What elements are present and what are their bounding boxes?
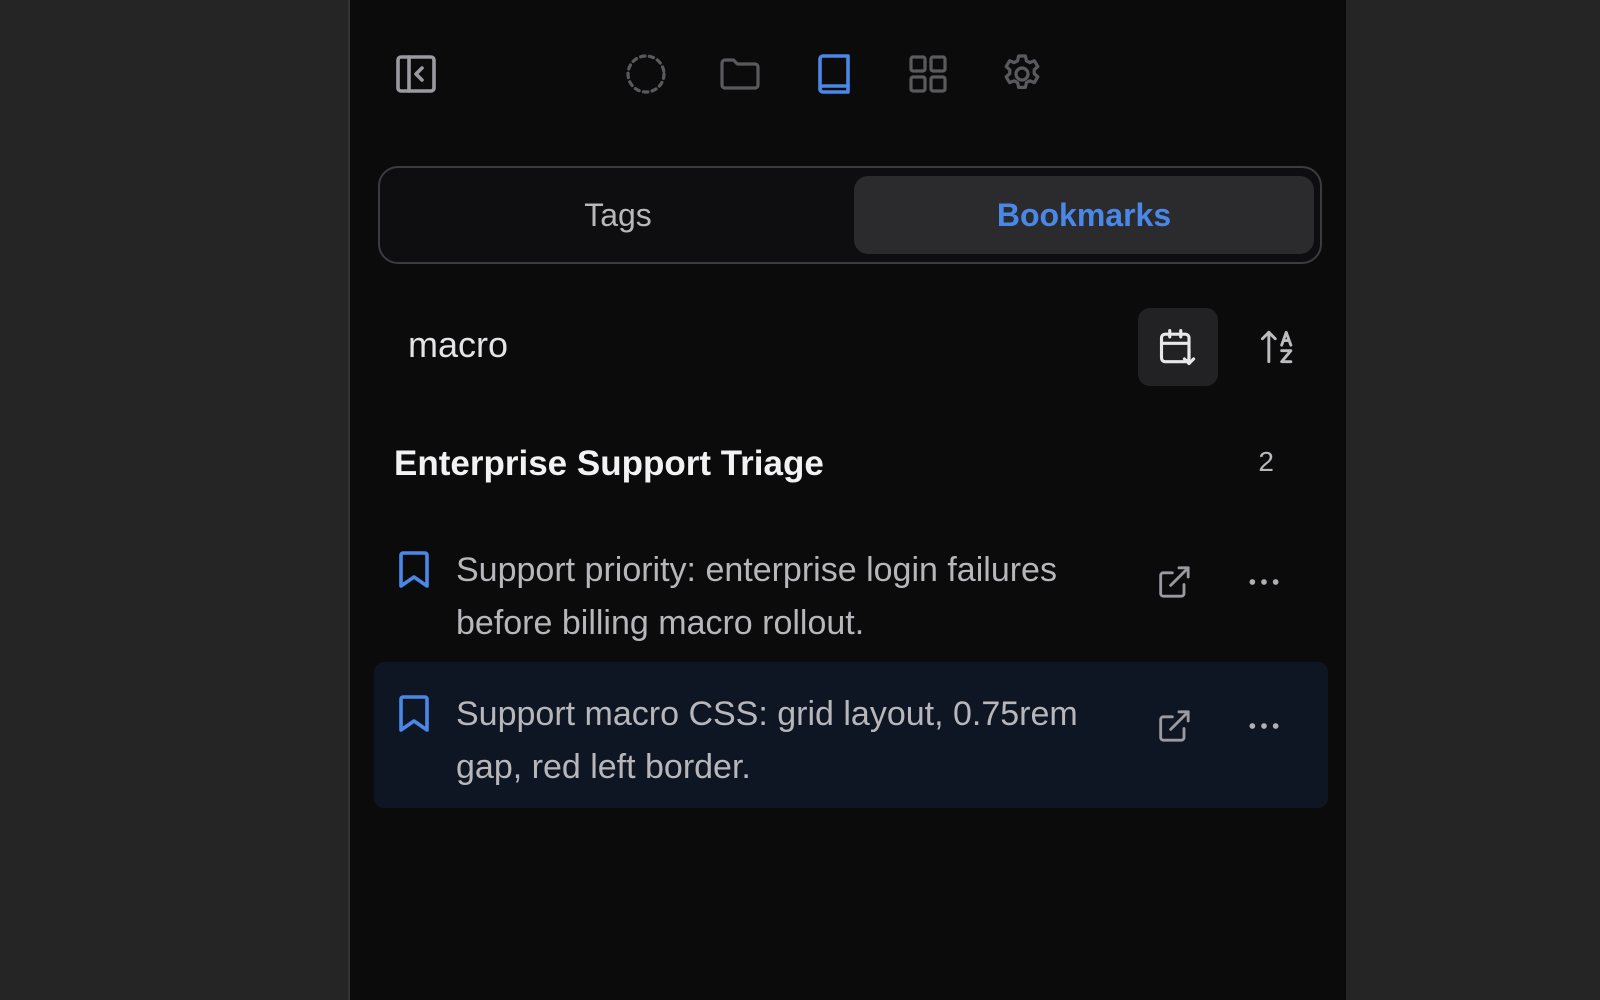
search-query[interactable]: macro bbox=[408, 324, 508, 366]
group-title: Enterprise Support Triage bbox=[394, 444, 824, 483]
bookmark-item[interactable]: Support priority: enterprise login failu… bbox=[374, 518, 1328, 664]
sort-az-icon bbox=[1260, 330, 1293, 364]
ellipsis-icon bbox=[1249, 579, 1279, 585]
folder-button[interactable] bbox=[708, 42, 772, 106]
sort-alphabetical-button[interactable] bbox=[1238, 308, 1318, 386]
more-options-button[interactable] bbox=[1236, 698, 1292, 754]
book-icon bbox=[818, 54, 850, 94]
bookmark-text: Support priority: enterprise login failu… bbox=[456, 551, 1057, 642]
bookmark-icon bbox=[399, 695, 429, 732]
dashed-circle-button[interactable] bbox=[614, 42, 678, 106]
sidebar-panel: Tags Bookmarks macro Enterprise Support … bbox=[348, 0, 1346, 1000]
more-options-button[interactable] bbox=[1236, 554, 1292, 610]
external-link-icon bbox=[1159, 566, 1190, 598]
sort-by-date-button[interactable] bbox=[1138, 308, 1218, 386]
sidebar-toggle-button[interactable] bbox=[384, 42, 448, 106]
view-switcher: Tags Bookmarks bbox=[378, 166, 1322, 264]
dashed-circle-icon bbox=[626, 54, 666, 94]
bookmark-text: Support macro CSS: grid layout, 0.75rem … bbox=[456, 695, 1078, 786]
open-bookmark-button[interactable] bbox=[1146, 698, 1202, 754]
sidebar-toolbar bbox=[350, 42, 1346, 106]
tab-bookmarks[interactable]: Bookmarks bbox=[854, 176, 1314, 254]
sidebar-toggle-icon bbox=[396, 55, 436, 93]
group-header[interactable]: Enterprise Support Triage 2 bbox=[394, 440, 1274, 492]
bookmark-item[interactable]: Support macro CSS: grid layout, 0.75rem … bbox=[374, 662, 1328, 808]
external-link-icon bbox=[1159, 710, 1190, 742]
open-bookmark-button[interactable] bbox=[1146, 554, 1202, 610]
bookmark-icon-wrap bbox=[394, 692, 434, 736]
filter-row: macro bbox=[350, 306, 1346, 386]
group-count: 2 bbox=[1258, 446, 1274, 477]
settings-button[interactable] bbox=[990, 42, 1054, 106]
calendar-sort-icon bbox=[1159, 328, 1196, 366]
folder-icon bbox=[720, 58, 760, 90]
grid-icon bbox=[909, 55, 947, 93]
bookmarks-view-button[interactable] bbox=[802, 42, 866, 106]
bookmark-icon bbox=[399, 551, 429, 588]
ellipsis-icon bbox=[1249, 723, 1279, 729]
gear-icon bbox=[1004, 54, 1040, 89]
grid-button[interactable] bbox=[896, 42, 960, 106]
tab-tags[interactable]: Tags bbox=[388, 176, 848, 254]
bookmark-icon-wrap bbox=[394, 548, 434, 592]
app-window: Tags Bookmarks macro Enterprise Support … bbox=[0, 0, 1600, 1000]
